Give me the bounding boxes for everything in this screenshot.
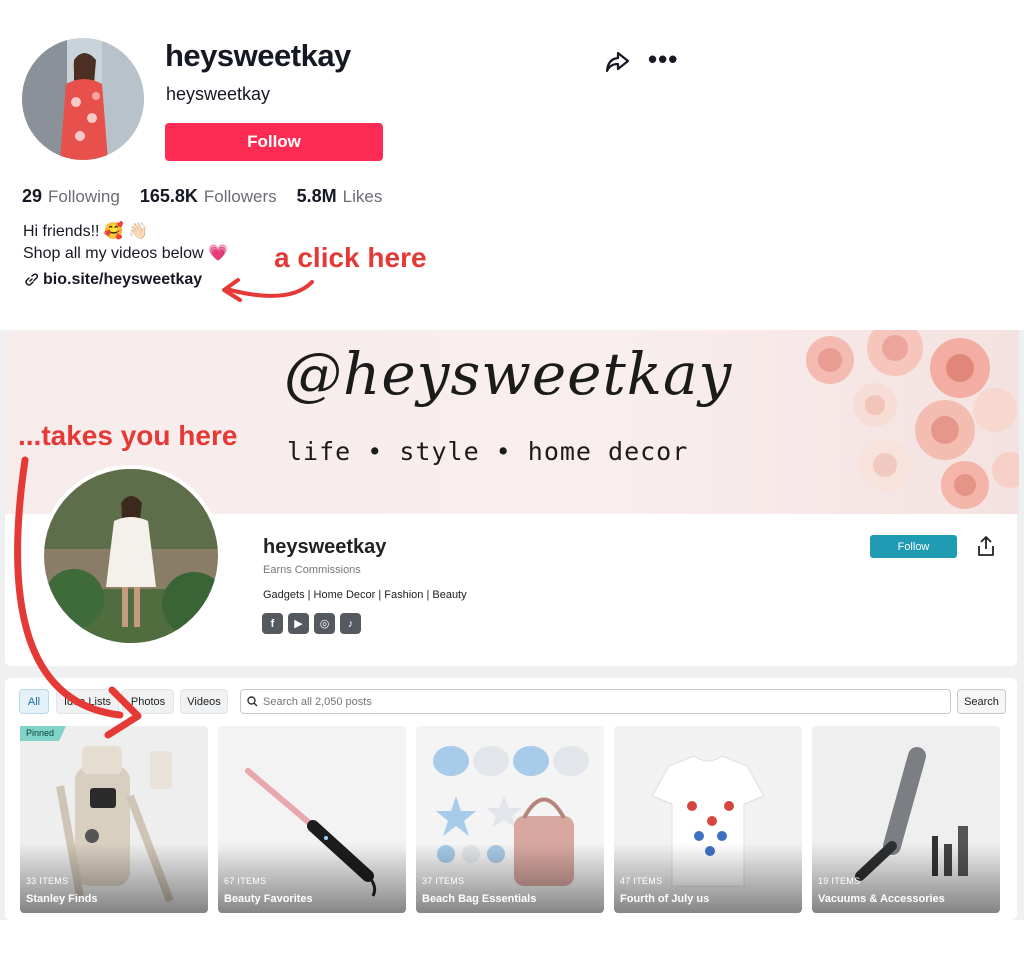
tab-photos[interactable]: Photos [122,689,174,714]
tiktok-follow-button[interactable]: Follow [165,123,383,161]
upload-share-icon[interactable] [975,535,997,557]
link-icon [25,273,38,286]
collection-count: 47 ITEMS [620,876,663,886]
stat-following[interactable]: 29 Following [22,186,120,207]
collection-title: Fourth of July us [620,893,710,905]
search-icon [247,696,258,707]
bio-line-1: Hi friends!! 🥰 👋🏻 [23,223,149,240]
share-icon[interactable] [604,49,630,75]
collection-count: 37 ITEMS [422,876,465,886]
collection-count: 67 ITEMS [224,876,267,886]
banner-script-title: @heysweetkay [284,340,733,408]
bio-link-text: bio.site/heysweetkay [43,271,203,288]
pinned-badge: Pinned [20,726,67,741]
tab-idea-lists[interactable]: Idea Lists [56,689,119,714]
collection-tile-vacuums[interactable]: 19 ITEMS Vacuums & Accessories [812,726,1000,913]
collection-title: Vacuums & Accessories [818,893,945,905]
collection-tile-fourth-of-july[interactable]: 47 ITEMS Fourth of July us [614,726,802,913]
collection-count: 33 ITEMS [26,876,69,886]
collection-tile-beach-bag[interactable]: 37 ITEMS Beach Bag Essentials [416,726,604,913]
earns-commissions-label: Earns Commissions [263,564,361,576]
search-button[interactable]: Search [957,689,1006,714]
collection-title: Beach Bag Essentials [422,893,537,905]
annotation-click-here: a click here [274,242,427,273]
store-name: heysweetkay [263,536,387,558]
collection-count: 19 ITEMS [818,876,861,886]
annotation-takes-you-here: ...takes you here [18,420,238,451]
collection-title: Beauty Favorites [224,893,313,905]
search-input[interactable] [263,695,913,708]
tiktok-icon[interactable]: ♪ [340,613,361,634]
banner-tagline: life • style • home decor [287,437,689,466]
tiktok-stats: 29 Following 165.8K Followers 5.8M Likes [22,186,382,207]
social-links: f ▶ ◎ ♪ [262,613,361,634]
collection-title: Stanley Finds [26,893,98,905]
search-field[interactable] [240,689,951,714]
tab-videos[interactable]: Videos [180,689,228,714]
tiktok-bio: Hi friends!! 🥰 👋🏻 Shop all my videos bel… [23,221,228,265]
collection-tile-stanley[interactable]: 33 ITEMS Stanley Finds [20,726,208,913]
tiktok-avatar[interactable] [22,38,144,160]
store-follow-button[interactable]: Follow [870,535,957,558]
bio-site-avatar [40,465,222,647]
tab-all[interactable]: All [19,689,49,714]
stat-likes: 5.8M Likes [296,186,383,206]
tiktok-username: heysweetkay [166,84,271,104]
collection-tile-beauty[interactable]: 67 ITEMS Beauty Favorites [218,726,406,913]
more-options-icon[interactable]: ••• [648,44,678,75]
youtube-icon[interactable]: ▶ [288,613,309,634]
stat-followers[interactable]: 165.8K Followers [140,186,277,207]
store-categories: Gadgets | Home Decor | Fashion | Beauty [263,589,467,601]
bio-link[interactable]: bio.site/heysweetkay [24,271,202,289]
bio-line-2: Shop all my videos below 💗 [23,245,228,262]
facebook-icon[interactable]: f [262,613,283,634]
tiktok-display-name: heysweetkay [165,38,351,73]
instagram-icon[interactable]: ◎ [314,613,335,634]
arrow-to-bio-link [228,280,314,298]
